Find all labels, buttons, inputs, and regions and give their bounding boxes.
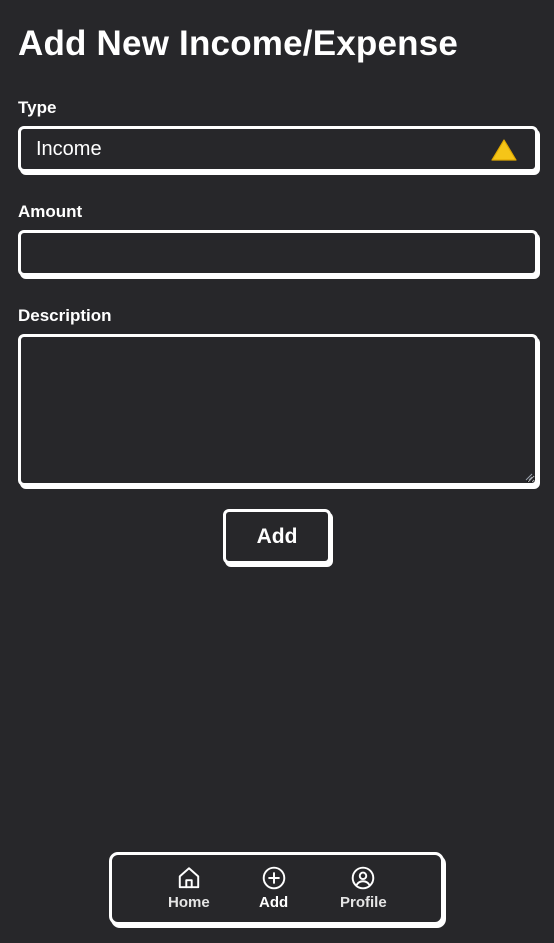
page-title: Add New Income/Expense bbox=[18, 24, 459, 63]
nav-label-home: Home bbox=[168, 894, 210, 911]
add-button[interactable]: Add bbox=[223, 509, 331, 564]
nav-item-home[interactable]: Home bbox=[168, 865, 210, 911]
type-select-value: Income bbox=[36, 137, 102, 160]
add-transaction-page: Add New Income/Expense Type Income Amoun… bbox=[0, 0, 554, 943]
nav-item-profile[interactable]: Profile bbox=[340, 865, 387, 911]
nav-label-add: Add bbox=[259, 894, 289, 911]
description-field-wrapper bbox=[18, 334, 538, 486]
type-label: Type bbox=[18, 98, 57, 117]
type-select[interactable]: Income bbox=[18, 126, 538, 172]
bottom-nav: Home Add Profile bbox=[109, 852, 444, 925]
amount-input[interactable] bbox=[21, 233, 535, 273]
amount-label: Amount bbox=[18, 202, 83, 221]
nav-item-add[interactable]: Add bbox=[259, 865, 288, 911]
resize-grip-icon[interactable] bbox=[525, 473, 533, 481]
plus-circle-icon bbox=[262, 866, 285, 890]
user-circle-icon bbox=[352, 866, 375, 890]
amount-field-wrapper bbox=[18, 230, 538, 276]
warning-icon bbox=[491, 139, 517, 161]
description-label: Description bbox=[18, 306, 112, 325]
nav-label-profile: Profile bbox=[340, 894, 387, 911]
description-textarea[interactable] bbox=[21, 337, 535, 483]
home-icon bbox=[178, 867, 200, 889]
